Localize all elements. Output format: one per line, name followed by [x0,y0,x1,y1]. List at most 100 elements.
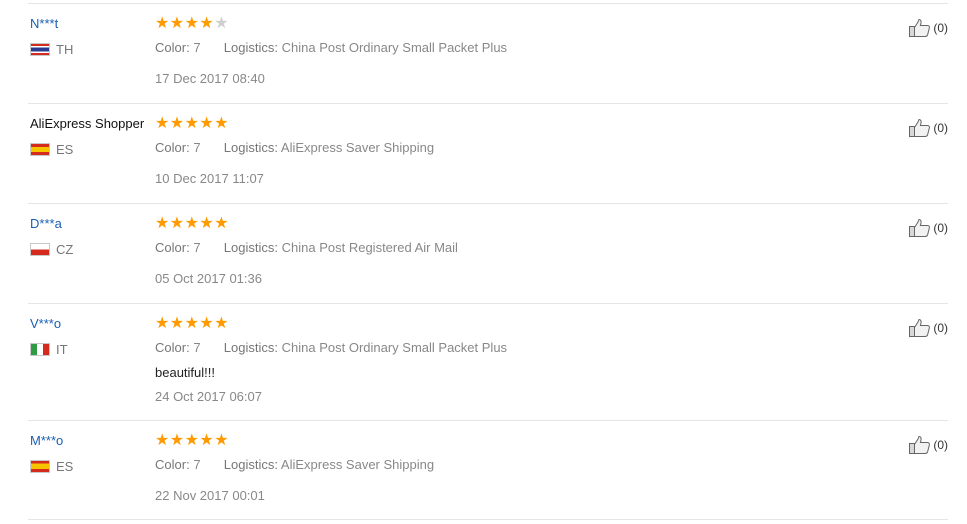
order-info: Color: 7 Logistics: AliExpress Saver Shi… [155,140,434,155]
color-label: Color: [155,140,190,155]
helpful-count: (0) [933,21,948,35]
country-flag-icon [30,460,50,473]
order-info: Color: 7 Logistics: China Post Ordinary … [155,40,507,55]
review-item: D***a CZ ★ ★ ★ ★ ★ Color: 7 Logistics: China… [28,203,948,286]
order-info: Color: 7 Logistics: China Post Ordinary … [155,340,507,355]
logistics-label: Logistics: [223,340,278,355]
logistics-value: AliExpress Saver Shipping [280,457,435,472]
review-item: N***t TH ★ ★ ★ ★ ★ Color: 7 Logistics: China… [28,3,948,86]
thumbs-up-icon[interactable] [908,118,932,138]
logistics-value: China Post Ordinary Small Packet Plus [281,40,508,55]
color-value: 7 [193,240,201,255]
country-flag-icon [30,243,50,256]
color-label: Color: [155,40,190,55]
review-date: 05 Oct 2017 01:36 [155,271,262,286]
star-rating: ★ ★ ★ ★ ★ [155,433,229,449]
color-value: 7 [193,457,201,472]
country-flag-icon [30,143,50,156]
thumbs-up-icon[interactable] [908,435,932,455]
star-icon: ★ [199,215,214,232]
order-info: Color: 7 Logistics: AliExpress Saver Shi… [155,457,434,472]
star-icon: ★ [155,15,170,32]
star-icon: ★ [155,115,170,132]
review-date: 24 Oct 2017 06:07 [155,389,262,404]
star-icon: ★ [199,15,214,32]
country-flag-icon [30,43,50,56]
reviewer-name[interactable]: V***o [30,316,61,331]
reviewer-country: TH [30,42,73,57]
helpful-button[interactable]: (0) [908,218,948,238]
review-item: V***o IT ★ ★ ★ ★ ★ Color: 7 Logistics: China… [28,303,948,404]
order-info: Color: 7 Logistics: China Post Registere… [155,240,458,255]
country-code: ES [56,142,74,157]
review-date: 10 Dec 2017 11:07 [155,171,264,186]
color-value: 7 [193,140,201,155]
review-list: N***t TH ★ ★ ★ ★ ★ Color: 7 Logistics: China… [0,0,967,524]
logistics-value: AliExpress Saver Shipping [280,140,435,155]
logistics-value: China Post Registered Air Mail [281,240,458,255]
helpful-button[interactable]: (0) [908,318,948,338]
thumbs-up-icon[interactable] [908,218,932,238]
reviewer-name[interactable]: D***a [30,216,62,231]
star-rating: ★ ★ ★ ★ ★ [155,16,229,32]
reviewer-country: ES [30,142,73,157]
star-icon: ★ [214,315,229,332]
reviewer-name[interactable]: AliExpress Shopper [30,116,144,131]
logistics-label: Logistics: [223,457,278,472]
helpful-count: (0) [933,438,948,452]
country-code: ES [56,459,74,474]
star-icon: ★ [214,432,229,449]
helpful-button[interactable]: (0) [908,118,948,138]
star-icon: ★ [155,432,170,449]
review-item: M***o ES ★ ★ ★ ★ ★ Color: 7 Logistics: AliEx… [28,420,948,503]
star-icon: ★ [169,215,185,232]
thumbs-up-icon[interactable] [908,18,932,38]
helpful-button[interactable]: (0) [908,435,948,455]
reviewer-country: IT [30,342,68,357]
star-rating: ★ ★ ★ ★ ★ [155,316,229,332]
reviewer-name[interactable]: M***o [30,433,63,448]
star-icon: ★ [199,432,214,449]
helpful-count: (0) [933,321,948,335]
star-icon: ★ [184,115,199,132]
color-label: Color: [155,457,190,472]
star-icon: ★ [184,432,199,449]
star-icon: ★ [155,315,170,332]
star-icon: ★ [169,315,185,332]
star-icon: ★ [214,15,229,32]
review-date: 17 Dec 2017 08:40 [155,71,265,86]
color-label: Color: [155,340,190,355]
star-icon: ★ [184,215,199,232]
star-icon: ★ [199,115,214,132]
review-date: 22 Nov 2017 00:01 [155,488,265,503]
helpful-button[interactable]: (0) [908,18,948,38]
country-code: TH [56,42,74,57]
logistics-label: Logistics: [223,140,278,155]
logistics-value: China Post Ordinary Small Packet Plus [281,340,508,355]
country-code: CZ [56,242,74,257]
star-rating: ★ ★ ★ ★ ★ [155,116,229,132]
color-label: Color: [155,240,190,255]
star-icon: ★ [214,115,229,132]
list-bottom-divider [28,519,948,520]
country-code: IT [56,342,68,357]
reviewer-country: CZ [30,242,73,257]
star-icon: ★ [214,215,229,232]
country-flag-icon [30,343,50,356]
helpful-count: (0) [933,121,948,135]
star-icon: ★ [184,15,199,32]
review-comment: beautiful!!! [155,365,215,380]
star-icon: ★ [155,215,170,232]
star-icon: ★ [169,115,185,132]
logistics-label: Logistics: [223,40,278,55]
star-icon: ★ [184,315,199,332]
helpful-count: (0) [933,221,948,235]
star-icon: ★ [199,315,214,332]
reviewer-country: ES [30,459,73,474]
reviewer-name[interactable]: N***t [30,16,58,31]
thumbs-up-icon[interactable] [908,318,932,338]
star-rating: ★ ★ ★ ★ ★ [155,216,229,232]
color-value: 7 [193,40,201,55]
logistics-label: Logistics: [223,240,278,255]
star-icon: ★ [169,432,185,449]
